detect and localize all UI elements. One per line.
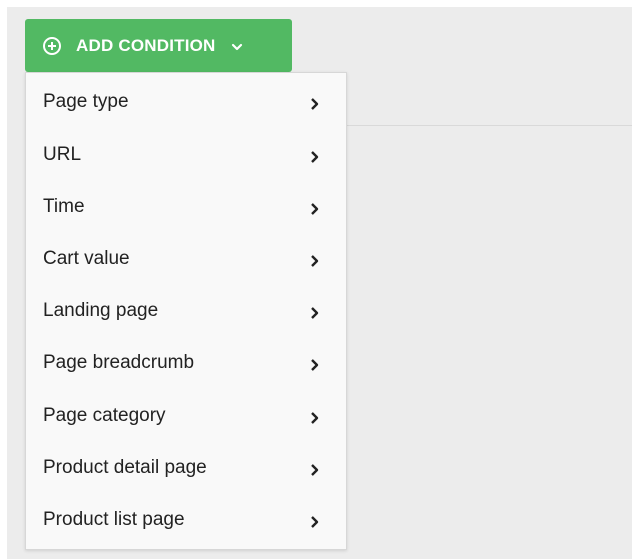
chevron-right-icon bbox=[309, 409, 321, 424]
menu-item-label: Product list page bbox=[43, 508, 185, 530]
chevron-down-icon bbox=[230, 39, 244, 53]
chevron-right-icon bbox=[309, 148, 321, 163]
menu-item-time[interactable]: Time bbox=[26, 180, 346, 233]
menu-item-label: Product detail page bbox=[43, 456, 207, 478]
chevron-right-icon bbox=[309, 356, 321, 371]
menu-item-label: Landing page bbox=[43, 299, 159, 321]
menu-item-label: Time bbox=[43, 195, 85, 217]
chevron-right-icon bbox=[309, 304, 321, 319]
chevron-right-icon bbox=[309, 200, 321, 215]
condition-dropdown-menu: Page type URL Time Cart value Landing pa… bbox=[25, 72, 347, 550]
chevron-right-icon bbox=[309, 252, 321, 267]
menu-item-label: Page category bbox=[43, 404, 166, 426]
add-condition-button[interactable]: ADD CONDITION bbox=[25, 19, 292, 72]
menu-item-cart-value[interactable]: Cart value bbox=[26, 232, 346, 285]
menu-item-url[interactable]: URL bbox=[26, 128, 346, 181]
menu-item-product-list-page[interactable]: Product list page bbox=[26, 493, 346, 546]
page-background: ADD CONDITION Page type URL Time Cart va… bbox=[0, 0, 632, 559]
section-divider bbox=[340, 125, 632, 126]
plus-circle-icon bbox=[42, 36, 62, 56]
menu-item-page-type[interactable]: Page type bbox=[26, 75, 346, 128]
menu-item-page-breadcrumb[interactable]: Page breadcrumb bbox=[26, 336, 346, 389]
menu-item-label: Page breadcrumb bbox=[43, 351, 195, 373]
menu-item-page-category[interactable]: Page category bbox=[26, 389, 346, 442]
chevron-right-icon bbox=[309, 95, 321, 110]
menu-item-label: URL bbox=[43, 143, 82, 165]
menu-item-label: Page type bbox=[43, 90, 129, 112]
menu-item-product-detail-page[interactable]: Product detail page bbox=[26, 441, 346, 494]
menu-item-label: Cart value bbox=[43, 247, 130, 269]
chevron-right-icon bbox=[309, 461, 321, 476]
chevron-right-icon bbox=[309, 513, 321, 528]
add-condition-label: ADD CONDITION bbox=[76, 35, 216, 55]
menu-item-landing-page[interactable]: Landing page bbox=[26, 284, 346, 337]
